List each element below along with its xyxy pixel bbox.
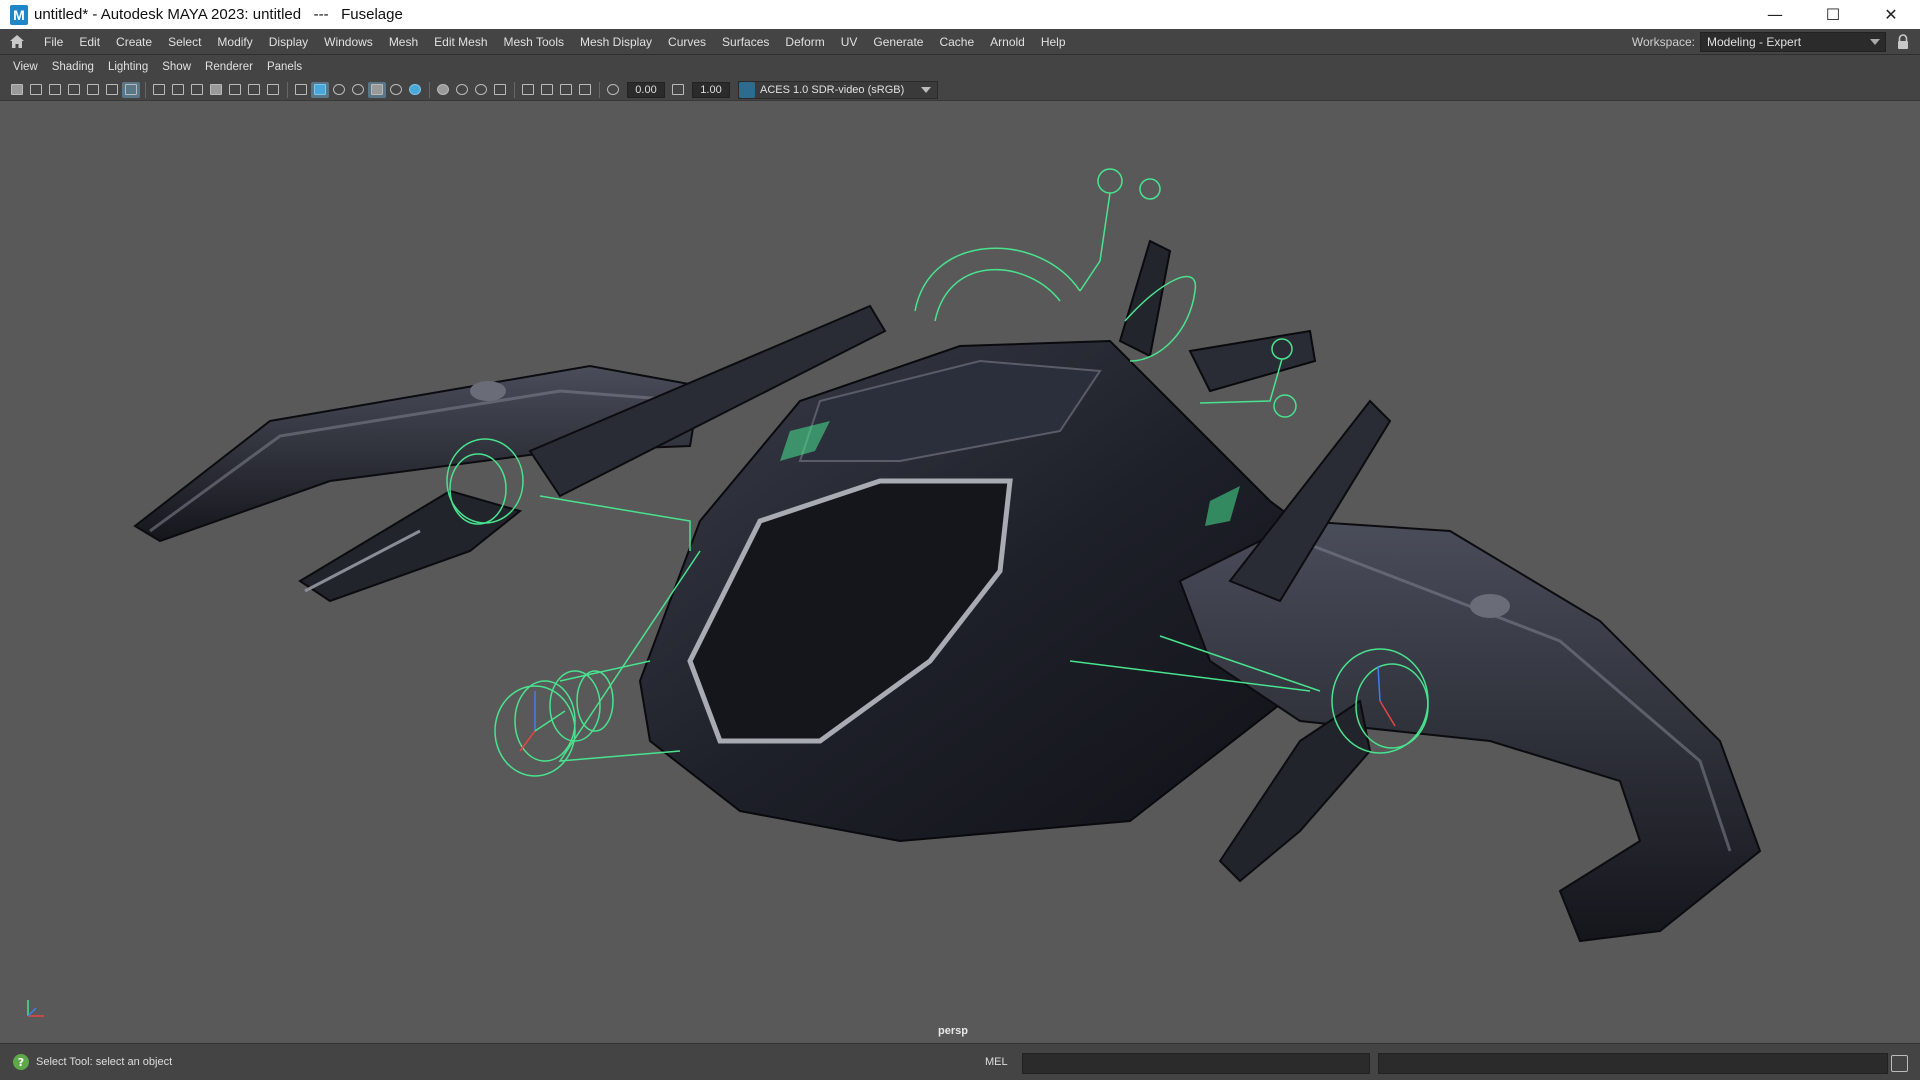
grid-icon[interactable] bbox=[150, 82, 168, 98]
grease-pencil-icon[interactable] bbox=[103, 82, 121, 98]
workspace-value: Modeling - Expert bbox=[1707, 35, 1802, 49]
depth-of-field-icon[interactable] bbox=[491, 82, 509, 98]
image-plane-icon[interactable] bbox=[65, 82, 83, 98]
menu-edit-mesh[interactable]: Edit Mesh bbox=[426, 29, 495, 55]
panel-menu-renderer[interactable]: Renderer bbox=[198, 56, 260, 79]
menu-edit[interactable]: Edit bbox=[71, 29, 108, 55]
lock-icon[interactable] bbox=[1896, 34, 1910, 50]
menu-arnold[interactable]: Arnold bbox=[982, 29, 1033, 55]
maya-logo-icon: M bbox=[10, 4, 28, 25]
safe-action-icon[interactable] bbox=[245, 82, 263, 98]
menu-cache[interactable]: Cache bbox=[931, 29, 982, 55]
shadows-icon[interactable] bbox=[406, 82, 424, 98]
menu-deform[interactable]: Deform bbox=[777, 29, 832, 55]
view-axis-gizmo-icon bbox=[22, 994, 52, 1024]
panel-menu-show[interactable]: Show bbox=[155, 56, 198, 79]
panel-menu-lighting[interactable]: Lighting bbox=[101, 56, 155, 79]
two-d-pan-zoom-icon[interactable] bbox=[84, 82, 102, 98]
field-chart-icon[interactable] bbox=[226, 82, 244, 98]
viewport-3d[interactable]: persp bbox=[0, 101, 1920, 1043]
default-material-icon[interactable] bbox=[330, 82, 348, 98]
color-management-icon[interactable] bbox=[739, 81, 755, 98]
workspace-dropdown[interactable]: Modeling - Expert bbox=[1700, 32, 1886, 52]
workspace-selector: Workspace: Modeling - Expert bbox=[1632, 32, 1886, 52]
menu-uv[interactable]: UV bbox=[833, 29, 866, 55]
menu-generate[interactable]: Generate bbox=[865, 29, 931, 55]
left-cannon bbox=[298, 489, 523, 603]
command-language-toggle[interactable]: MEL bbox=[985, 1056, 1008, 1068]
chevron-down-icon bbox=[1870, 39, 1880, 45]
workspace-label: Workspace: bbox=[1631, 35, 1695, 49]
wireframe-icon[interactable] bbox=[292, 82, 310, 98]
viewport-toolbar: 0.00 1.00 ACES 1.0 SDR-video (sRGB) bbox=[0, 79, 1920, 101]
exposure-field[interactable]: 0.00 bbox=[627, 81, 665, 98]
use-all-lights-icon[interactable] bbox=[387, 82, 405, 98]
film-gate-icon[interactable] bbox=[169, 82, 187, 98]
x-ray-joints-icon[interactable] bbox=[557, 82, 575, 98]
ambient-occlusion-icon[interactable] bbox=[434, 82, 452, 98]
textured-icon[interactable] bbox=[368, 81, 386, 98]
menu-modify[interactable]: Modify bbox=[209, 29, 260, 55]
chevron-down-icon bbox=[921, 86, 931, 93]
anti-aliasing-icon[interactable] bbox=[472, 82, 490, 98]
maximize-button[interactable]: ☐ bbox=[1804, 0, 1862, 29]
camera-attributes-icon[interactable] bbox=[27, 82, 45, 98]
menu-display[interactable]: Display bbox=[261, 29, 316, 55]
panel-menu-shading[interactable]: Shading bbox=[45, 56, 101, 79]
window-title: untitled* - Autodesk MAYA 2023: untitled… bbox=[34, 6, 403, 23]
safe-title-icon[interactable] bbox=[264, 82, 282, 98]
panel-menu-view[interactable]: View bbox=[6, 56, 45, 79]
exposure-icon[interactable] bbox=[604, 82, 622, 98]
select-camera-icon[interactable] bbox=[8, 82, 26, 98]
x-ray-components-icon[interactable] bbox=[576, 82, 594, 98]
minimize-button[interactable]: — bbox=[1746, 0, 1804, 29]
spaceship-model[interactable] bbox=[0, 101, 1920, 1043]
isolate-select-icon[interactable] bbox=[519, 82, 537, 98]
command-line-input[interactable] bbox=[1022, 1053, 1370, 1074]
menu-file[interactable]: File bbox=[36, 29, 71, 55]
help-line-text: Select Tool: select an object bbox=[36, 1056, 173, 1068]
window-controls: — ☐ ✕ bbox=[1746, 0, 1920, 29]
menu-mesh[interactable]: Mesh bbox=[381, 29, 426, 55]
gate-mask-icon[interactable] bbox=[207, 82, 225, 98]
main-menubar: File Edit Create Select Modify Display W… bbox=[0, 29, 1920, 55]
script-editor-icon[interactable] bbox=[1891, 1055, 1908, 1072]
menu-help[interactable]: Help bbox=[1033, 29, 1074, 55]
menu-curves[interactable]: Curves bbox=[660, 29, 714, 55]
grid-toggle-icon[interactable] bbox=[122, 81, 140, 98]
menu-surfaces[interactable]: Surfaces bbox=[714, 29, 777, 55]
menu-select[interactable]: Select bbox=[160, 29, 209, 55]
bookmarks-icon[interactable] bbox=[46, 82, 64, 98]
color-space-value: ACES 1.0 SDR-video (sRGB) bbox=[760, 83, 905, 96]
title-bar: M untitled* - Autodesk MAYA 2023: untitl… bbox=[0, 0, 1920, 29]
help-line: ? Select Tool: select an object MEL bbox=[0, 1043, 1920, 1080]
smooth-shade-icon[interactable] bbox=[311, 81, 329, 98]
resolution-gate-icon[interactable] bbox=[188, 82, 206, 98]
wireframe-on-shaded-icon[interactable] bbox=[349, 82, 367, 98]
color-space-dropdown[interactable]: ACES 1.0 SDR-video (sRGB) bbox=[738, 80, 938, 99]
close-button[interactable]: ✕ bbox=[1862, 0, 1920, 29]
menu-mesh-tools[interactable]: Mesh Tools bbox=[496, 29, 572, 55]
command-result-field bbox=[1378, 1053, 1888, 1074]
panel-menubar: View Shading Lighting Show Renderer Pane… bbox=[0, 56, 1920, 79]
gamma-icon[interactable] bbox=[669, 82, 687, 98]
menu-windows[interactable]: Windows bbox=[316, 29, 381, 55]
menu-create[interactable]: Create bbox=[108, 29, 160, 55]
menu-mesh-display[interactable]: Mesh Display bbox=[572, 29, 660, 55]
camera-name-label: persp bbox=[938, 1025, 968, 1037]
motion-blur-icon[interactable] bbox=[453, 82, 471, 98]
help-icon: ? bbox=[13, 1054, 29, 1070]
x-ray-icon[interactable] bbox=[538, 82, 556, 98]
panel-menu-panels[interactable]: Panels bbox=[260, 56, 309, 79]
gamma-field[interactable]: 1.00 bbox=[692, 81, 730, 98]
home-icon[interactable] bbox=[6, 31, 28, 53]
